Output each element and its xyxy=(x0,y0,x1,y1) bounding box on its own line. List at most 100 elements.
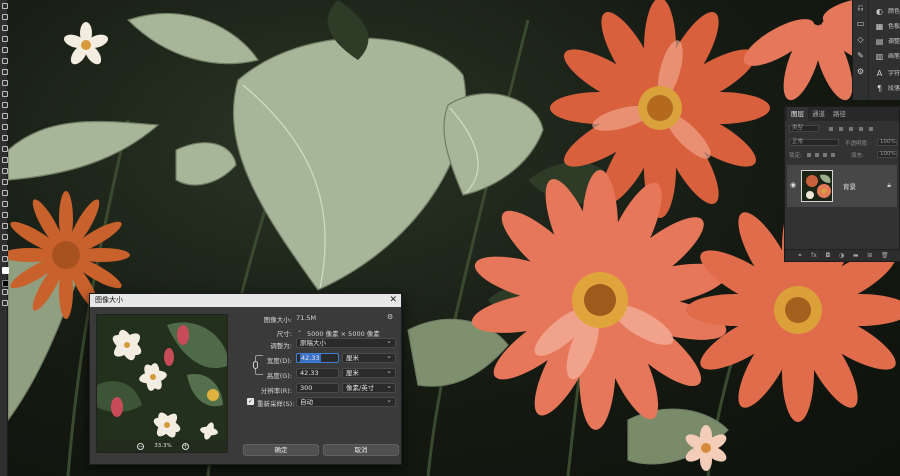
layers-panel: 图层 通道 路径 类型 正常 不透明度: 100% 锁定: 填充: 100% ◉… xyxy=(784,106,900,262)
type-tool-icon[interactable] xyxy=(0,176,8,187)
dock-label-brushes[interactable]: 画笔 xyxy=(888,53,900,61)
pen-tool-icon[interactable] xyxy=(0,165,8,176)
dialog-title: 图像大小 xyxy=(90,294,401,307)
blend-mode-select[interactable]: 正常 xyxy=(789,139,839,146)
frame-tool-icon[interactable] xyxy=(0,55,8,66)
height-unit-select[interactable]: 厘米 xyxy=(342,367,396,378)
resolution-unit-select[interactable]: 像素/英寸 xyxy=(342,382,396,393)
clone-source-icon[interactable]: ⚙ xyxy=(856,68,865,76)
kind-filter-select[interactable]: 类型 xyxy=(789,125,819,132)
layer-name[interactable]: 背景 xyxy=(843,181,856,191)
brush-settings-icon[interactable]: ✎ xyxy=(856,52,865,60)
move-tool-icon[interactable] xyxy=(0,0,8,11)
gradient-tool-icon[interactable] xyxy=(0,132,8,143)
fit-to-select[interactable]: 原稿大小 xyxy=(296,337,396,348)
visibility-eye-icon[interactable]: ◉ xyxy=(790,181,796,189)
layer-style-icon[interactable]: fx xyxy=(811,252,817,259)
more-tools-icon[interactable] xyxy=(0,242,8,253)
resample-method-select[interactable]: 自动 xyxy=(296,396,396,407)
settings-gear-icon[interactable]: ⚙ xyxy=(387,313,393,321)
gradients-icon[interactable]: ▤ xyxy=(875,38,884,46)
tab-paths[interactable]: 路径 xyxy=(829,107,850,121)
brush-tool-icon[interactable] xyxy=(0,88,8,99)
zoom-in-icon[interactable]: + xyxy=(181,442,189,450)
tab-layers[interactable]: 图层 xyxy=(787,107,808,121)
dock-label-character[interactable]: 字符 xyxy=(888,70,900,78)
resample-label: 重新采样(S): xyxy=(257,400,295,408)
color-icon[interactable]: ◐ xyxy=(875,8,884,16)
layer-row-background[interactable]: ◉ 背景 🔒︎ xyxy=(787,165,897,207)
delete-layer-icon[interactable]: 🗑︎ xyxy=(881,252,889,259)
resolution-input[interactable]: 300 xyxy=(296,383,339,393)
quick-select-tool-icon[interactable] xyxy=(0,33,8,44)
more-tools-icon[interactable] xyxy=(0,253,8,264)
filter-pixel-icon[interactable] xyxy=(829,127,833,131)
cancel-button[interactable]: 取消 xyxy=(323,444,399,456)
quick-mask-icon[interactable] xyxy=(0,286,8,297)
lasso-tool-icon[interactable] xyxy=(0,22,8,33)
layers-bottom-bar: ⚭ fx ◘ ◑ ▬ ⊞ 🗑︎ xyxy=(785,249,900,261)
dock-column-collapsed xyxy=(853,0,869,100)
dimensions-unit-chevron-icon[interactable]: ⌄ xyxy=(297,327,302,334)
paragraph-icon[interactable]: ¶ xyxy=(875,85,884,93)
blur-tool-icon[interactable] xyxy=(0,143,8,154)
paths-icon[interactable]: ◇ xyxy=(856,36,865,44)
dock-label-swatches[interactable]: 色板 xyxy=(888,23,900,31)
ok-button[interactable]: 确定 xyxy=(243,444,319,456)
lock-icon[interactable]: 🔒︎ xyxy=(887,181,891,190)
add-mask-icon[interactable]: ◘ xyxy=(825,252,830,259)
eyedropper-tool-icon[interactable] xyxy=(0,66,8,77)
height-input[interactable]: 42.33 xyxy=(296,368,339,378)
history-brush-tool-icon[interactable] xyxy=(0,110,8,121)
foreground-color-swatch[interactable] xyxy=(0,264,9,275)
hand-tool-icon[interactable] xyxy=(0,209,8,220)
resample-checkbox[interactable]: ✓ xyxy=(247,398,254,405)
eraser-tool-icon[interactable] xyxy=(0,121,8,132)
width-unit-select[interactable]: 厘米 xyxy=(342,352,396,363)
dock-label-paragraph[interactable]: 段落 xyxy=(888,85,900,93)
clone-stamp-tool-icon[interactable] xyxy=(0,99,8,110)
new-group-icon[interactable]: ▬ xyxy=(853,252,859,259)
opacity-input[interactable]: 100% xyxy=(877,139,897,146)
filter-smart-object-icon[interactable] xyxy=(869,127,873,131)
dodge-tool-icon[interactable] xyxy=(0,154,8,165)
edit-toolbar-icon[interactable] xyxy=(0,231,8,242)
comments-icon[interactable]: ▭ xyxy=(856,20,865,28)
character-icon[interactable]: A xyxy=(875,70,884,78)
crop-tool-icon[interactable] xyxy=(0,44,8,55)
tab-channels[interactable]: 通道 xyxy=(808,107,829,121)
fill-input[interactable]: 100% xyxy=(877,151,897,158)
healing-brush-tool-icon[interactable] xyxy=(0,77,8,88)
dock-label-color[interactable]: 颜色 xyxy=(888,8,900,16)
marquee-tool-icon[interactable] xyxy=(0,11,8,22)
dock-label-adjustments[interactable]: 调整 xyxy=(888,38,900,46)
path-select-tool-icon[interactable] xyxy=(0,187,8,198)
lock-transparency-icon[interactable] xyxy=(807,153,811,157)
lock-fill-row: 锁定: 填充: 100% xyxy=(785,150,900,160)
screen-mode-icon[interactable] xyxy=(0,297,8,308)
filter-type-icon[interactable] xyxy=(849,127,853,131)
patterns-icon[interactable]: ▥ xyxy=(875,53,884,61)
link-layers-icon[interactable]: ⚭ xyxy=(797,252,802,259)
layer-filter-row: 类型 xyxy=(785,124,900,134)
background-color-swatch[interactable] xyxy=(0,275,9,287)
zoom-out-icon[interactable]: − xyxy=(137,442,145,450)
new-layer-icon[interactable]: ⊞ xyxy=(867,252,872,259)
image-preview[interactable]: − 33.3% + xyxy=(96,314,228,453)
image-size-dialog: 图像大小 ✕ − 33.3% + 图像大小: 71.5M ⚙ 尺寸: ⌄ 500… xyxy=(89,293,402,465)
width-value: 42.33 xyxy=(300,354,321,362)
swatches-icon[interactable]: ▦ xyxy=(875,23,884,31)
dimensions-label: 尺寸: xyxy=(276,330,292,338)
zoom-tool-icon[interactable] xyxy=(0,220,8,231)
close-icon[interactable]: ✕ xyxy=(389,295,397,306)
lock-all-icon[interactable] xyxy=(831,153,835,157)
image-size-value: 71.5M xyxy=(296,314,317,322)
filter-shape-icon[interactable] xyxy=(859,127,863,131)
filter-adjustment-icon[interactable] xyxy=(839,127,843,131)
adjustment-layer-icon[interactable]: ◑ xyxy=(839,252,844,259)
rectangle-tool-icon[interactable] xyxy=(0,198,8,209)
width-input[interactable]: 42.33 xyxy=(296,353,339,363)
history-icon[interactable]: ⎌ xyxy=(856,4,865,12)
lock-position-icon[interactable] xyxy=(823,153,827,157)
lock-pixels-icon[interactable] xyxy=(815,153,819,157)
